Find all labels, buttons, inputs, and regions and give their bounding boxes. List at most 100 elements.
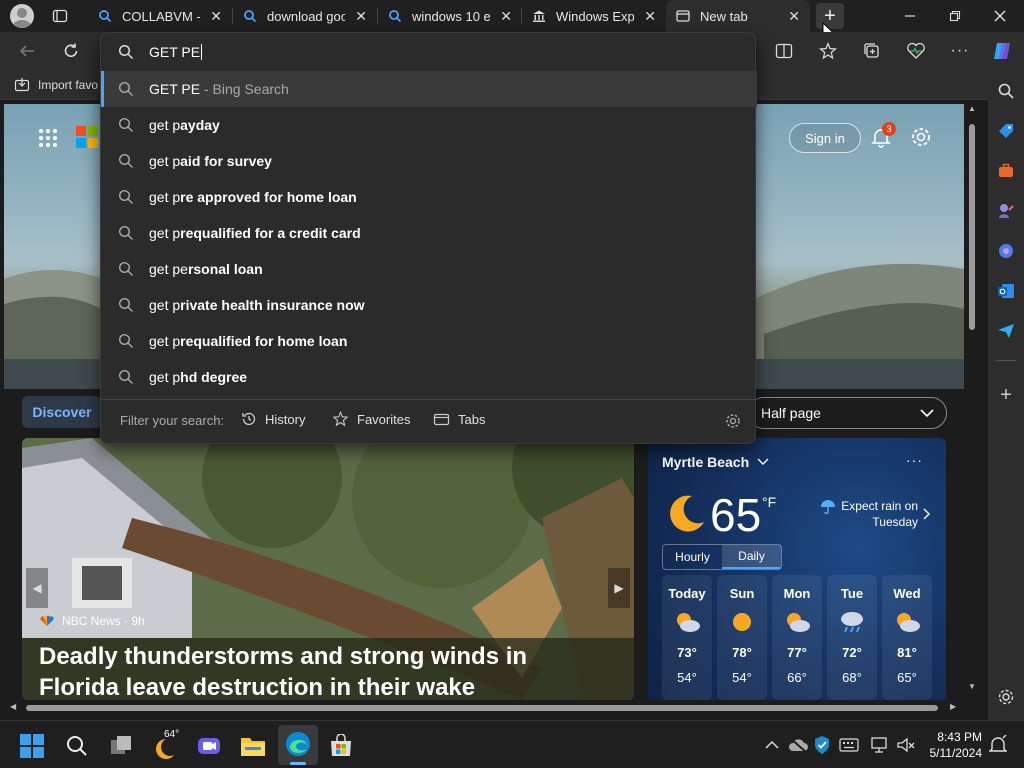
security-shield-icon[interactable] [812,735,832,755]
settings-more-icon[interactable]: ··· [950,41,970,61]
telegram-send-icon[interactable] [997,322,1015,340]
forecast-day[interactable]: Sun 78° 54° [717,575,767,700]
scrollbar-thumb[interactable] [969,124,975,330]
task-view-icon[interactable] [108,733,134,759]
back-button[interactable] [16,41,38,61]
discover-label: Discover [32,404,92,420]
discover-tab[interactable]: Discover [22,396,102,428]
search-settings-gear-icon[interactable] [725,413,741,429]
forecast-high: 72° [842,645,862,660]
suggestion-item[interactable]: get payday [101,107,757,143]
suggestion-item[interactable]: get phd degree [101,359,757,395]
chevron-right-icon[interactable] [923,508,931,520]
tab-daily[interactable]: Daily [722,545,781,569]
copilot-icon[interactable] [990,40,1014,62]
teams-meet-icon[interactable] [196,733,222,759]
close-tab-icon[interactable]: ✕ [788,8,800,25]
close-tab-icon[interactable]: ✕ [210,8,222,25]
refresh-button[interactable] [60,41,82,61]
sidebar-settings-icon[interactable] [997,688,1015,706]
favorites-star-icon[interactable] [818,41,838,61]
prev-story-button[interactable]: ◀ [26,568,48,608]
weather-card[interactable]: Myrtle Beach ··· 65 °F Expect rain on Tu… [648,438,946,708]
news-card[interactable]: ◀ ▶ NBC News · 9h Deadly thunderstorms a… [22,438,634,700]
system-clock[interactable]: 8:43 PM 5/11/2024 [926,729,983,761]
forecast-note[interactable]: Expect rain on Tuesday [836,498,918,530]
close-window-button[interactable] [980,6,1020,26]
split-screen-icon[interactable] [774,41,794,61]
next-story-button[interactable]: ▶ [608,568,630,608]
tab-0[interactable]: COLLABVM - S ✕ [88,0,232,32]
volume-muted-icon[interactable] [896,735,916,755]
scrollbar-thumb[interactable] [26,705,938,711]
suggestion-prefix: get p [149,369,181,385]
collections-icon[interactable] [862,41,882,61]
show-hidden-icons-chevron-icon[interactable] [764,737,780,753]
microsoft-store-icon[interactable] [328,733,354,759]
profile-avatar-icon[interactable] [10,4,34,28]
sidebar-search-icon[interactable] [997,82,1015,100]
address-input[interactable]: GET PE [149,42,203,62]
temperature-unit: °F [762,494,777,510]
games-icon[interactable] [997,202,1015,220]
page-layout-select[interactable]: Half page [748,397,947,429]
notifications-button[interactable]: 3 [870,122,896,150]
restore-button[interactable] [935,6,975,26]
nbc-peacock-icon [40,615,54,626]
suggestion-item[interactable]: get prequalified for a credit card [101,215,757,251]
tab-2[interactable]: windows 10 ex ✕ [378,0,522,32]
notification-center-icon[interactable] [988,735,1008,755]
news-headline[interactable]: Deadly thunderstorms and strong winds in… [39,641,609,700]
horizontal-scrollbar[interactable]: ◀ ▶ [0,700,988,716]
tab-1[interactable]: download goo ✕ [233,0,377,32]
sign-in-button[interactable]: Sign in [789,123,861,153]
copilot-sidebar-icon[interactable] [997,242,1015,260]
filter-history-button[interactable]: History [241,411,305,427]
vertical-scrollbar[interactable]: ▲ ▼ [966,104,978,694]
forecast-day[interactable]: Tue 72° 68° [827,575,877,700]
shopping-tag-icon[interactable] [997,122,1015,140]
suggestion-item[interactable]: get prequalified for home loan [101,323,757,359]
add-sidebar-app-icon[interactable]: + [997,384,1015,406]
tab-actions-icon[interactable] [52,8,68,24]
weather-more-icon[interactable]: ··· [906,452,923,468]
suggestion-item[interactable]: get private health insurance now [101,287,757,323]
close-tab-icon[interactable]: ✕ [355,8,367,25]
suggestion-item[interactable]: get pre approved for home loan [101,179,757,215]
taskbar-search-icon[interactable] [64,733,90,759]
tab-hourly[interactable]: Hourly [663,545,722,569]
import-favorites-button[interactable]: Import favo [14,77,98,93]
forecast-day[interactable]: Mon 77° 66° [772,575,822,700]
page-settings-gear-icon[interactable] [910,126,932,148]
windows-logo-icon [20,734,44,758]
suggestion-item[interactable]: get paid for survey [101,143,757,179]
close-tab-icon[interactable]: ✕ [644,8,656,25]
tools-briefcase-icon[interactable] [997,162,1015,180]
cloud-offline-icon[interactable] [788,735,808,755]
tab-4[interactable]: New tab ✕ [666,0,810,32]
weather-location[interactable]: Myrtle Beach [662,454,769,470]
filter-favorites-button[interactable]: Favorites [332,411,410,427]
keyboard-icon[interactable] [838,735,860,755]
apps-grid-icon[interactable] [38,128,58,148]
taskbar-weather-widget[interactable]: 64° [150,727,186,763]
browser-essentials-icon[interactable] [906,41,926,61]
suggestion-bing-search[interactable]: GET PE - Bing Search [101,71,757,107]
forecast-low: 65° [897,670,917,685]
tab-3[interactable]: Windows Explo ✕ [522,0,666,32]
close-tab-icon[interactable]: ✕ [500,8,512,25]
forecast-day[interactable]: Today 73° 54° [662,575,712,700]
filter-history-label: History [265,411,306,427]
windows-taskbar: 64° 8:43 PM 5/11/2024 [0,720,1024,768]
forecast-day[interactable]: Wed 81° 65° [882,575,932,700]
start-button[interactable] [20,734,44,758]
outlook-icon[interactable] [997,282,1015,300]
tab-label: windows 10 ex [412,8,490,24]
display-network-icon[interactable] [870,735,890,755]
minimize-button[interactable] [890,6,930,26]
file-explorer-icon[interactable] [240,733,266,759]
edge-taskbar-button[interactable] [278,725,318,765]
suggestion-item[interactable]: get personal loan [101,251,757,287]
filter-tabs-button[interactable]: Tabs [433,411,485,427]
news-source: NBC News · 9h [40,614,145,628]
